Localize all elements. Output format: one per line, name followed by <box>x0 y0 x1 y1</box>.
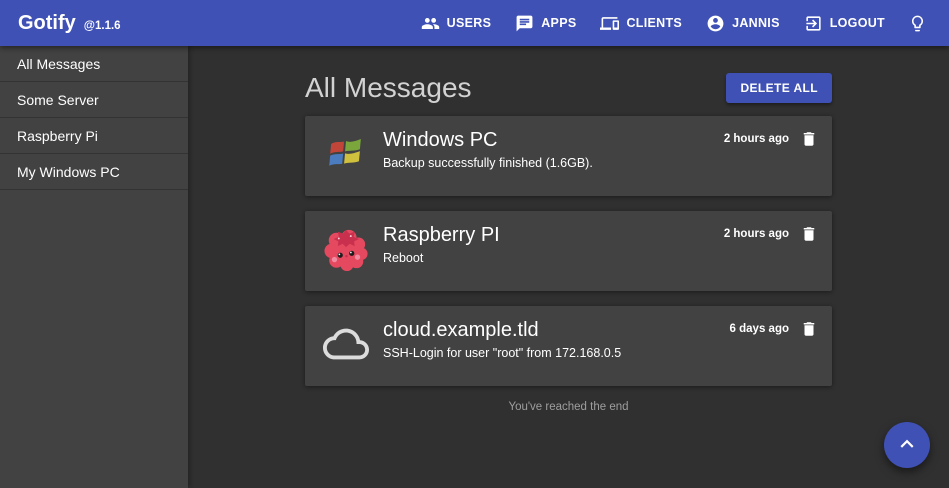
nav-logout-label: LOGOUT <box>830 16 885 30</box>
sidebar-item-label: My Windows PC <box>17 164 120 180</box>
main-area: All Messages DELETE ALL Windows PC Backu… <box>188 46 949 488</box>
sidebar-item-some-server[interactable]: Some Server <box>0 82 188 118</box>
logout-icon <box>804 14 823 33</box>
page-title: All Messages <box>305 72 472 104</box>
message-text: Raspberry PI Reboot <box>383 223 500 265</box>
windows-logo-icon <box>323 131 369 177</box>
trash-icon <box>800 320 818 338</box>
clients-icon <box>600 14 619 33</box>
nav-user-account-button[interactable]: JANNIS <box>694 6 792 41</box>
account-icon <box>706 14 725 33</box>
sidebar: All Messages Some Server Raspberry Pi My… <box>0 46 188 488</box>
raspberry-logo-icon <box>323 226 369 272</box>
trash-icon <box>800 225 818 243</box>
users-icon <box>421 14 440 33</box>
apps-icon <box>515 14 534 33</box>
chevron-up-icon <box>894 431 920 460</box>
lightbulb-icon <box>908 14 927 33</box>
trash-icon <box>800 130 818 148</box>
navbar-actions: USERS APPS CLIENTS JANNIS LOGOUT <box>409 6 945 41</box>
message-card: Raspberry PI Reboot 2 hours ago <box>305 211 832 291</box>
sidebar-item-raspberry-pi[interactable]: Raspberry Pi <box>0 118 188 154</box>
message-text: Windows PC Backup successfully finished … <box>383 128 593 170</box>
message-title: Windows PC <box>383 128 593 153</box>
nav-account-label: JANNIS <box>732 16 780 30</box>
message-meta: 2 hours ago <box>724 223 820 245</box>
message-title: Raspberry PI <box>383 223 500 248</box>
messages-content: All Messages DELETE ALL Windows PC Backu… <box>305 46 832 413</box>
sidebar-item-label: Some Server <box>17 92 99 108</box>
sidebar-item-label: All Messages <box>17 56 100 72</box>
end-of-list-text: You've reached the end <box>305 401 832 413</box>
theme-toggle-button[interactable] <box>897 6 938 41</box>
delete-message-button[interactable] <box>798 223 820 245</box>
top-navbar: Gotify @1.1.6 USERS APPS CLIENTS JANNIS … <box>0 0 949 46</box>
message-card: Windows PC Backup successfully finished … <box>305 116 832 196</box>
nav-users-label: USERS <box>447 16 492 30</box>
delete-message-button[interactable] <box>798 318 820 340</box>
message-card: cloud.example.tld SSH-Login for user "ro… <box>305 306 832 386</box>
message-title: cloud.example.tld <box>383 318 621 343</box>
message-body: Reboot <box>383 251 500 265</box>
sidebar-item-my-windows-pc[interactable]: My Windows PC <box>0 154 188 190</box>
nav-clients-label: CLIENTS <box>626 16 682 30</box>
page-header: All Messages DELETE ALL <box>305 71 832 104</box>
nav-logout-button[interactable]: LOGOUT <box>792 6 897 41</box>
sidebar-item-label: Raspberry Pi <box>17 128 98 144</box>
message-timestamp: 6 days ago <box>730 323 789 335</box>
message-timestamp: 2 hours ago <box>724 228 789 240</box>
scroll-to-top-button[interactable] <box>884 422 930 468</box>
delete-all-button[interactable]: DELETE ALL <box>726 73 832 103</box>
sidebar-item-all-messages[interactable]: All Messages <box>0 46 188 82</box>
nav-users-button[interactable]: USERS <box>409 6 504 41</box>
app-title: Gotify <box>18 12 76 35</box>
delete-message-button[interactable] <box>798 128 820 150</box>
message-body: Backup successfully finished (1.6GB). <box>383 156 593 170</box>
message-body: SSH-Login for user "root" from 172.168.0… <box>383 346 621 360</box>
nav-clients-button[interactable]: CLIENTS <box>588 6 694 41</box>
message-meta: 2 hours ago <box>724 128 820 150</box>
brand: Gotify @1.1.6 <box>18 12 121 35</box>
nav-apps-label: APPS <box>541 16 576 30</box>
message-timestamp: 2 hours ago <box>724 133 789 145</box>
nav-apps-button[interactable]: APPS <box>503 6 588 41</box>
cloud-icon <box>323 321 369 367</box>
app-version: @1.1.6 <box>84 20 121 32</box>
message-text: cloud.example.tld SSH-Login for user "ro… <box>383 318 621 360</box>
message-meta: 6 days ago <box>730 318 820 340</box>
